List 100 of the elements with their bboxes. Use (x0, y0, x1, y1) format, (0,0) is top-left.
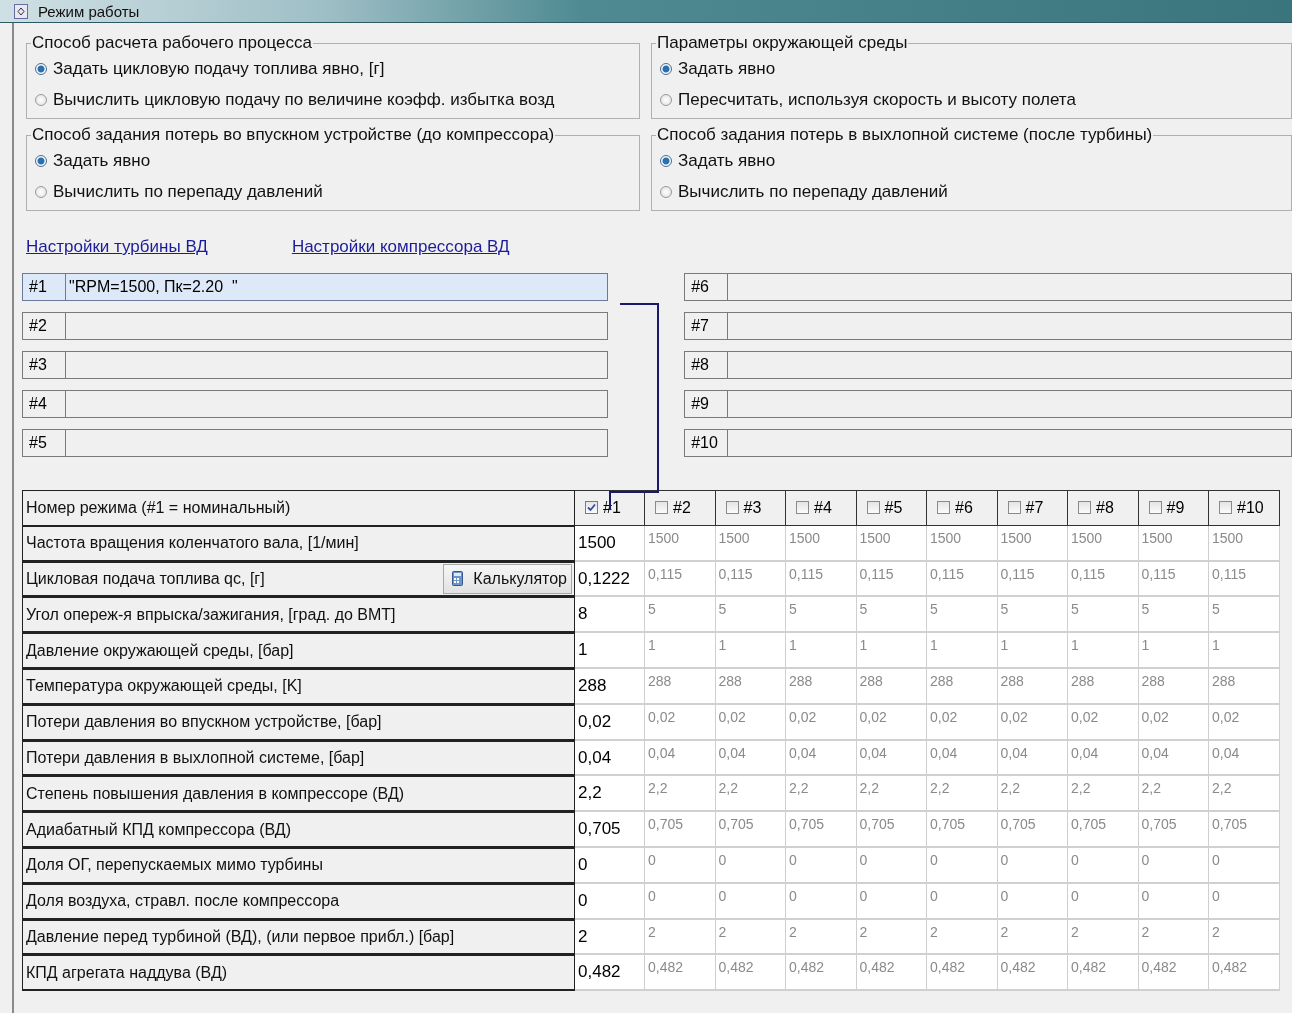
table-cell[interactable]: 0,115 (786, 561, 857, 598)
table-cell[interactable]: 0,115 (645, 561, 716, 598)
radio-button[interactable] (35, 185, 47, 198)
table-cell[interactable]: 2,2 (786, 776, 857, 813)
column-header[interactable]: #10 (1209, 490, 1280, 526)
checkbox[interactable] (1148, 501, 1162, 515)
column-header[interactable]: #5 (856, 490, 927, 526)
table-cell[interactable]: 0,04 (645, 740, 716, 777)
table-cell[interactable]: 0 (786, 847, 857, 884)
table-cell[interactable]: 0,115 (927, 561, 998, 598)
column-header[interactable]: #2 (645, 490, 716, 526)
table-cell[interactable]: 1 (645, 633, 716, 669)
table-cell[interactable]: 2,2 (997, 776, 1068, 813)
table-cell[interactable]: 2 (927, 919, 998, 956)
table-cell[interactable]: 0,482 (927, 955, 998, 992)
table-cell[interactable]: 288 (715, 669, 786, 705)
checkbox[interactable] (585, 501, 598, 515)
mode-field[interactable]: #8 (684, 351, 1292, 379)
radio-option[interactable]: Задать явно (660, 53, 1291, 84)
table-cell[interactable]: 288 (786, 669, 857, 705)
table-cell[interactable]: 1 (786, 633, 857, 669)
table-cell[interactable]: 0,482 (1209, 955, 1280, 992)
table-cell[interactable]: 1 (856, 633, 927, 669)
table-cell[interactable]: 288 (1209, 669, 1280, 705)
table-cell[interactable]: 2,2 (856, 776, 927, 813)
table-cell[interactable]: 0,02 (997, 704, 1068, 741)
table-cell[interactable]: 2 (715, 919, 786, 956)
table-cell[interactable]: 2 (786, 919, 857, 956)
table-cell[interactable]: 0 (1138, 847, 1209, 884)
mode-field[interactable]: #1 "RPM=1500, Пк=2.20 " (22, 273, 609, 301)
table-cell[interactable]: 0,02 (1209, 704, 1280, 741)
table-cell[interactable]: 2 (1209, 919, 1280, 956)
radio-button[interactable] (660, 93, 672, 106)
table-cell[interactable]: 1 (1209, 633, 1280, 669)
table-cell[interactable]: 0 (575, 883, 645, 920)
mode-field[interactable]: #6 (684, 273, 1292, 301)
mode-field[interactable]: #4 (22, 390, 609, 418)
table-cell[interactable]: 0,115 (1138, 561, 1209, 598)
table-cell[interactable]: 0,02 (575, 704, 645, 741)
table-cell[interactable]: 0 (645, 883, 716, 920)
table-cell[interactable]: 0,04 (575, 740, 645, 777)
table-cell[interactable]: 2 (645, 919, 716, 956)
table-cell[interactable]: 0 (927, 883, 998, 920)
table-cell[interactable]: 0,02 (856, 704, 927, 741)
table-cell[interactable]: 1 (715, 633, 786, 669)
table-cell[interactable]: 0,482 (786, 955, 857, 992)
table-cell[interactable]: 0,705 (715, 812, 786, 848)
table-cell[interactable]: 1 (1138, 633, 1209, 669)
table-cell[interactable]: 2,2 (1068, 776, 1139, 813)
table-cell[interactable]: 1500 (1209, 525, 1280, 562)
table-cell[interactable]: 0 (856, 883, 927, 920)
column-header[interactable]: #3 (715, 490, 786, 526)
table-cell[interactable]: 0,705 (1138, 812, 1209, 848)
table-cell[interactable]: 0 (1068, 883, 1139, 920)
table-cell[interactable]: 2,2 (715, 776, 786, 813)
table-cell[interactable]: 0,1222 (575, 561, 645, 598)
table-cell[interactable]: 0,482 (1068, 955, 1139, 992)
table-cell[interactable]: 288 (1068, 669, 1139, 705)
table-cell[interactable]: 2,2 (575, 776, 645, 813)
table-cell[interactable]: 2 (1138, 919, 1209, 956)
table-cell[interactable]: 288 (927, 669, 998, 705)
table-cell[interactable]: 0,482 (997, 955, 1068, 992)
table-cell[interactable]: 0,482 (645, 955, 716, 992)
radio-button[interactable] (660, 185, 672, 198)
table-cell[interactable]: 0,705 (1209, 812, 1280, 848)
table-cell[interactable]: 0,02 (715, 704, 786, 741)
table-cell[interactable]: 8 (575, 597, 645, 634)
table-cell[interactable]: 5 (786, 597, 857, 634)
table-cell[interactable]: 0,02 (786, 704, 857, 741)
table-cell[interactable]: 0,02 (927, 704, 998, 741)
table-cell[interactable]: 0,02 (645, 704, 716, 741)
table-cell[interactable]: 1500 (645, 525, 716, 562)
table-cell[interactable]: 0,482 (1138, 955, 1209, 992)
table-cell[interactable]: 288 (645, 669, 716, 705)
table-cell[interactable]: 1500 (997, 525, 1068, 562)
table-cell[interactable]: 0 (715, 847, 786, 884)
column-header[interactable]: #6 (927, 490, 998, 526)
table-cell[interactable]: 0,705 (927, 812, 998, 848)
table-cell[interactable]: 0,04 (715, 740, 786, 777)
table-cell[interactable]: 0 (1209, 847, 1280, 884)
table-cell[interactable]: 2 (856, 919, 927, 956)
checkbox[interactable] (1219, 501, 1232, 515)
radio-option[interactable]: Вычислить цикловую подачу по величине коэфф. избытка возд (35, 84, 639, 115)
table-cell[interactable]: 0,04 (856, 740, 927, 777)
column-header[interactable]: #9 (1138, 490, 1209, 526)
radio-option[interactable]: Вычислить по перепаду давлений (660, 176, 1291, 207)
table-cell[interactable]: 1500 (927, 525, 998, 562)
calculator-button[interactable]: Калькулятор (443, 564, 572, 594)
mode-field[interactable]: #7 (684, 312, 1292, 340)
table-cell[interactable]: 0,482 (575, 955, 645, 992)
radio-option[interactable]: Вычислить по перепаду давлений (35, 176, 639, 207)
column-header[interactable]: #8 (1068, 490, 1139, 526)
table-cell[interactable]: 0 (715, 883, 786, 920)
table-cell[interactable]: 1 (997, 633, 1068, 669)
table-cell[interactable]: 5 (1138, 597, 1209, 634)
table-cell[interactable]: 0,115 (1068, 561, 1139, 598)
table-cell[interactable]: 0,04 (1209, 740, 1280, 777)
column-header[interactable]: #4 (786, 490, 857, 526)
table-cell[interactable]: 1500 (856, 525, 927, 562)
table-cell[interactable]: 0 (856, 847, 927, 884)
